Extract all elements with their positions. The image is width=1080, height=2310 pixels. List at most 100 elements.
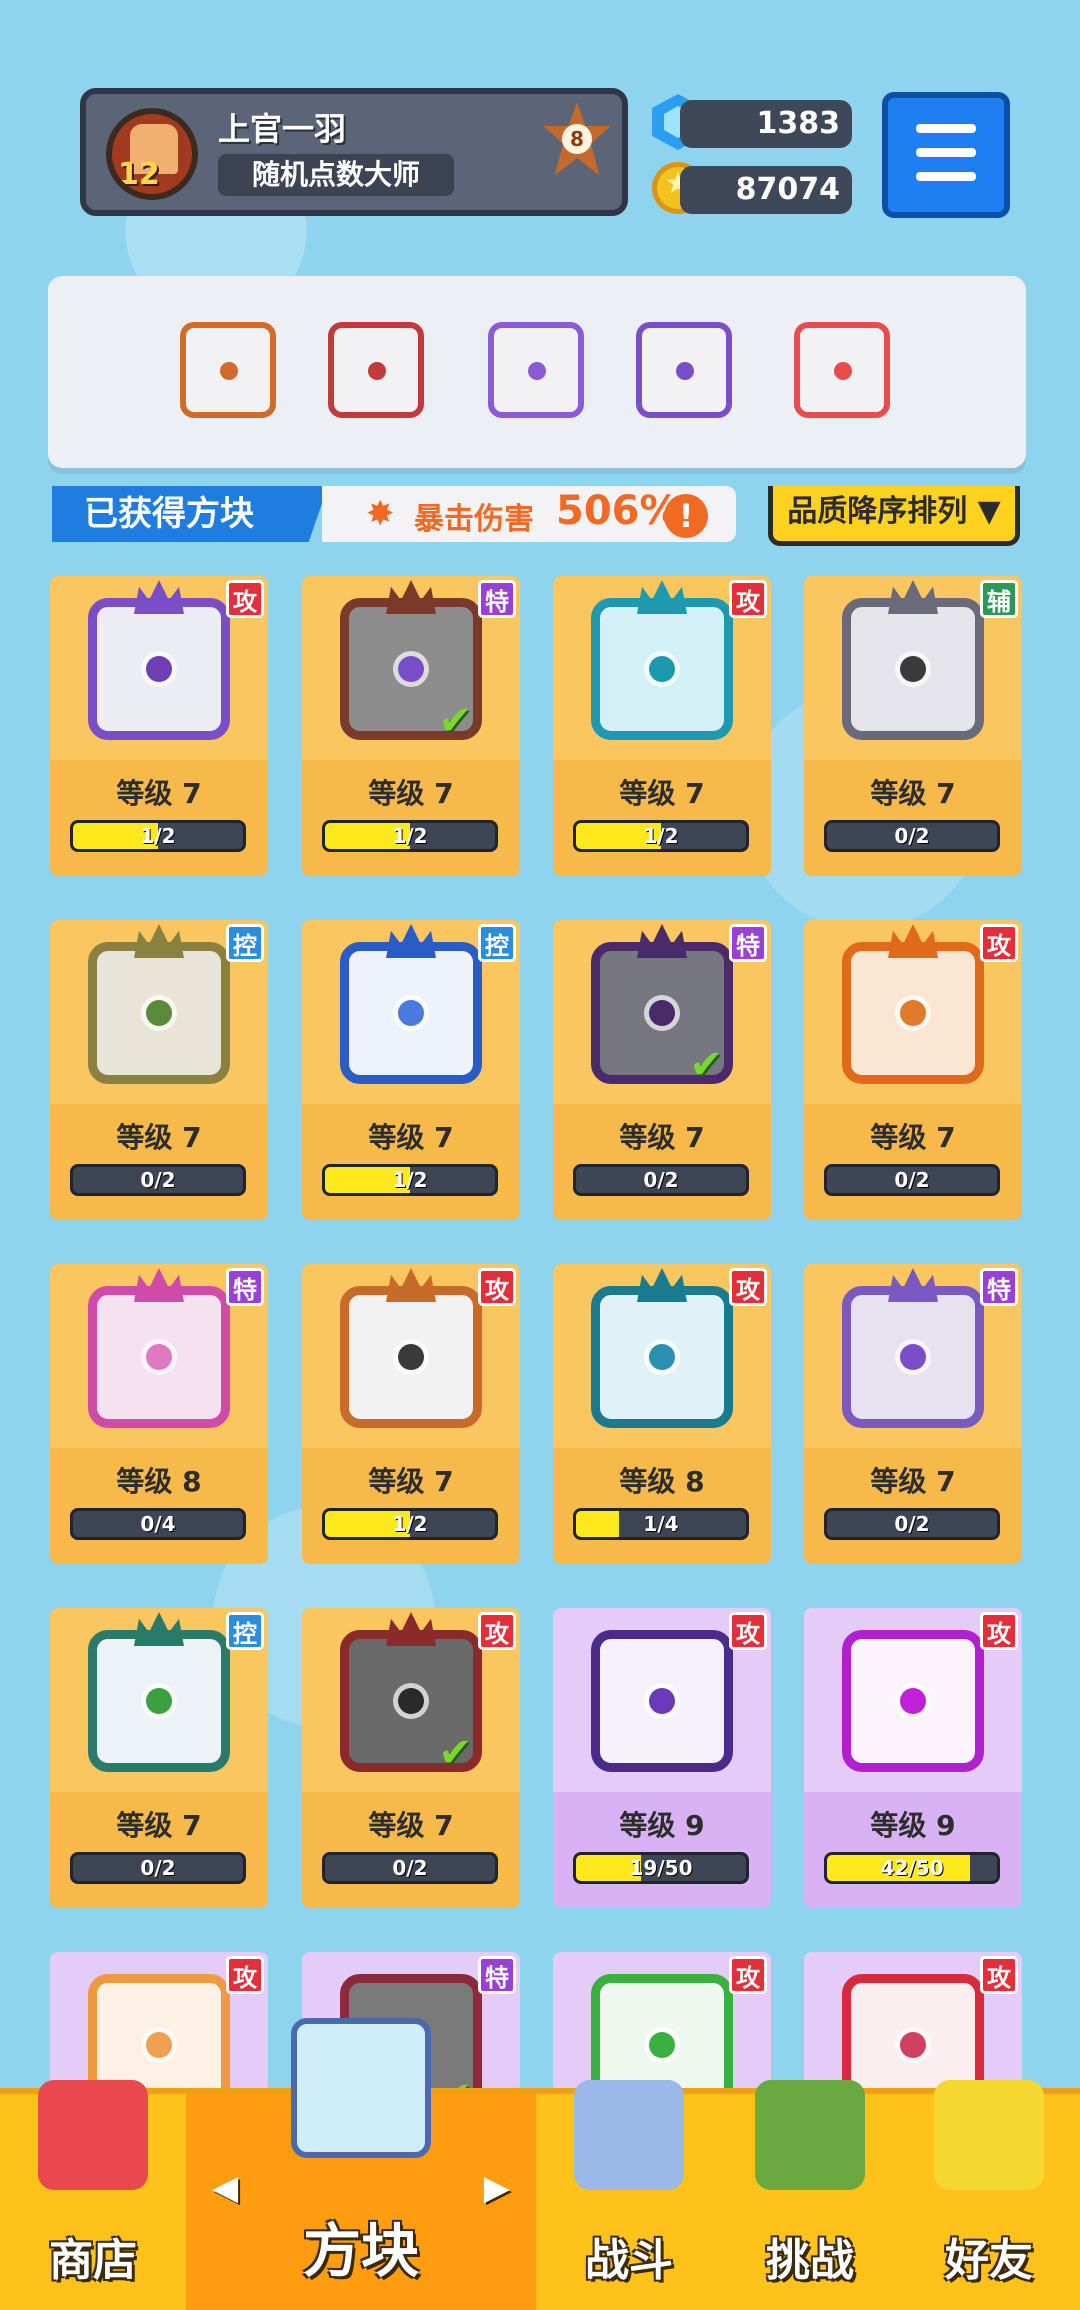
- crit-damage-panel: ✸ 暴击伤害 506% !: [322, 486, 736, 542]
- nav-tab-battle[interactable]: 战斗: [536, 2080, 722, 2310]
- block-center-dot: [146, 2032, 172, 2058]
- block-type-tag: 控: [226, 1612, 264, 1650]
- pixel-block-icon: [842, 1630, 984, 1772]
- upgrade-progress-bar: 0/2: [824, 1164, 1000, 1196]
- progress-text: 1/2: [140, 824, 176, 848]
- block-center-dot: [900, 1000, 926, 1026]
- block-card[interactable]: 攻等级 9 19/50: [553, 1608, 771, 1908]
- block-card[interactable]: 攻等级 7 1/2: [50, 576, 268, 876]
- block-card[interactable]: 攻: [553, 1952, 771, 2092]
- upgrade-progress-bar: 1/2: [322, 1508, 498, 1540]
- infinity-block-icon[interactable]: [180, 322, 276, 418]
- block-center-dot: [398, 1000, 424, 1026]
- block-level: 等级 9: [619, 1809, 705, 1842]
- crack-block-icon[interactable]: [488, 322, 584, 418]
- block-center-dot: [220, 362, 238, 380]
- block-type-tag: 攻: [980, 924, 1018, 962]
- rainbow-block-icon[interactable]: [794, 322, 890, 418]
- menu-icon-line: [916, 172, 976, 181]
- block-card[interactable]: 辅等级 7 0/2: [804, 576, 1022, 876]
- block-type-tag: 攻: [980, 1956, 1018, 1994]
- block-type-tag: 特: [478, 1956, 516, 1994]
- block-card[interactable]: 控等级 7 0/2: [50, 1608, 268, 1908]
- block-type-tag: 特: [729, 924, 767, 962]
- block-card[interactable]: 攻等级 8 1/4: [553, 1264, 771, 1564]
- player-level-badge: 12: [118, 157, 160, 192]
- progress-text: 0/2: [140, 1856, 176, 1880]
- nav-tab-friends[interactable]: 好友: [898, 2080, 1080, 2310]
- mystery-cube-icon: [291, 2018, 431, 2158]
- block-card[interactable]: 攻等级 7 1/2: [553, 576, 771, 876]
- block-level: 等级 7: [368, 1121, 454, 1154]
- player-avatar[interactable]: 12: [106, 108, 198, 200]
- pistol-block-icon: [340, 1286, 482, 1428]
- block-card[interactable]: 攻: [804, 1952, 1022, 2092]
- nav-tab-challenge[interactable]: 挑战: [722, 2080, 898, 2310]
- block-center-dot: [834, 362, 852, 380]
- nav-next-arrow[interactable]: ▶: [484, 2168, 510, 2208]
- upgrade-progress-bar: 1/4: [573, 1508, 749, 1540]
- block-type-tag: 攻: [729, 1956, 767, 1994]
- block-level: 等级 7: [619, 777, 705, 810]
- block-center-dot: [649, 1688, 675, 1714]
- sort-dropdown[interactable]: 品质降序排列 ▼: [768, 486, 1020, 546]
- obtained-blocks-label: 已获得方块: [52, 486, 328, 542]
- progress-text: 0/2: [392, 1856, 428, 1880]
- block-card[interactable]: 攻等级 9 42/50: [804, 1608, 1022, 1908]
- block-center-dot: [900, 1344, 926, 1370]
- block-center-dot: [900, 2032, 926, 2058]
- block-center-dot: [146, 1688, 172, 1714]
- block-center-dot: [146, 1344, 172, 1370]
- crit-burst-icon: ✸: [366, 494, 395, 534]
- block-level: 等级 7: [619, 1121, 705, 1154]
- block-card[interactable]: ✔ 特等级 7 0/2: [553, 920, 771, 1220]
- player-profile-panel[interactable]: 12 上官一羽 随机点数大师 8: [80, 88, 628, 216]
- shield-block-icon: [88, 942, 230, 1084]
- block-card[interactable]: 攻: [50, 1952, 268, 2092]
- gem-count: 1383: [680, 100, 852, 148]
- nav-tab-blocks[interactable]: ◀ ▶ 方块: [186, 2018, 536, 2310]
- flame-block-icon: [842, 942, 984, 1084]
- progress-text: 1/4: [643, 1512, 679, 1536]
- progress-text: 1/2: [392, 1512, 428, 1536]
- block-center-dot: [146, 656, 172, 682]
- rank-number: 8: [562, 124, 592, 154]
- upgrade-progress-bar: 0/2: [322, 1852, 498, 1884]
- block-level: 等级 7: [870, 1121, 956, 1154]
- block-center-dot: [528, 362, 546, 380]
- block-card[interactable]: 控等级 7 1/2: [302, 920, 520, 1220]
- block-level: 等级 7: [368, 1465, 454, 1498]
- upgrade-progress-bar: 1/2: [322, 1164, 498, 1196]
- block-card[interactable]: 特等级 7 0/2: [804, 1264, 1022, 1564]
- progress-text: 0/2: [643, 1168, 679, 1192]
- equipped-check-icon: ✔: [438, 1730, 472, 1776]
- nav-tab-shop[interactable]: 商店: [0, 2080, 186, 2310]
- block-center-dot: [676, 362, 694, 380]
- block-card[interactable]: 控等级 7 0/2: [50, 920, 268, 1220]
- block-card[interactable]: 攻等级 7 0/2: [804, 920, 1022, 1220]
- blade-block-icon: [88, 1286, 230, 1428]
- saw-block-icon[interactable]: [328, 322, 424, 418]
- block-type-tag: 特: [980, 1268, 1018, 1306]
- sword-shield-icon: [574, 2080, 684, 2190]
- block-card[interactable]: 特等级 8 0/4: [50, 1264, 268, 1564]
- block-level: 等级 7: [870, 1465, 956, 1498]
- crit-info-button[interactable]: !: [664, 494, 708, 538]
- nav-tab-blocks-label: 方块: [302, 2217, 419, 2285]
- block-card[interactable]: ✔ 特等级 7 1/2: [302, 576, 520, 876]
- prism-block-icon[interactable]: [636, 322, 732, 418]
- block-type-tag: 攻: [980, 1612, 1018, 1650]
- coin-count: 87074: [680, 166, 852, 214]
- progress-text: 1/2: [392, 824, 428, 848]
- upgrade-progress-bar: 42/50: [824, 1852, 1000, 1884]
- block-center-dot: [900, 656, 926, 682]
- block-type-tag: 攻: [729, 580, 767, 618]
- block-type-tag: 攻: [478, 1268, 516, 1306]
- block-level: 等级 7: [870, 777, 956, 810]
- block-card[interactable]: 攻等级 7 1/2: [302, 1264, 520, 1564]
- menu-button[interactable]: [882, 92, 1010, 218]
- block-card[interactable]: ✔ 攻等级 7 0/2: [302, 1608, 520, 1908]
- nav-prev-arrow[interactable]: ◀: [212, 2168, 238, 2208]
- progress-text: 19/50: [629, 1856, 693, 1880]
- block-center-dot: [398, 1688, 424, 1714]
